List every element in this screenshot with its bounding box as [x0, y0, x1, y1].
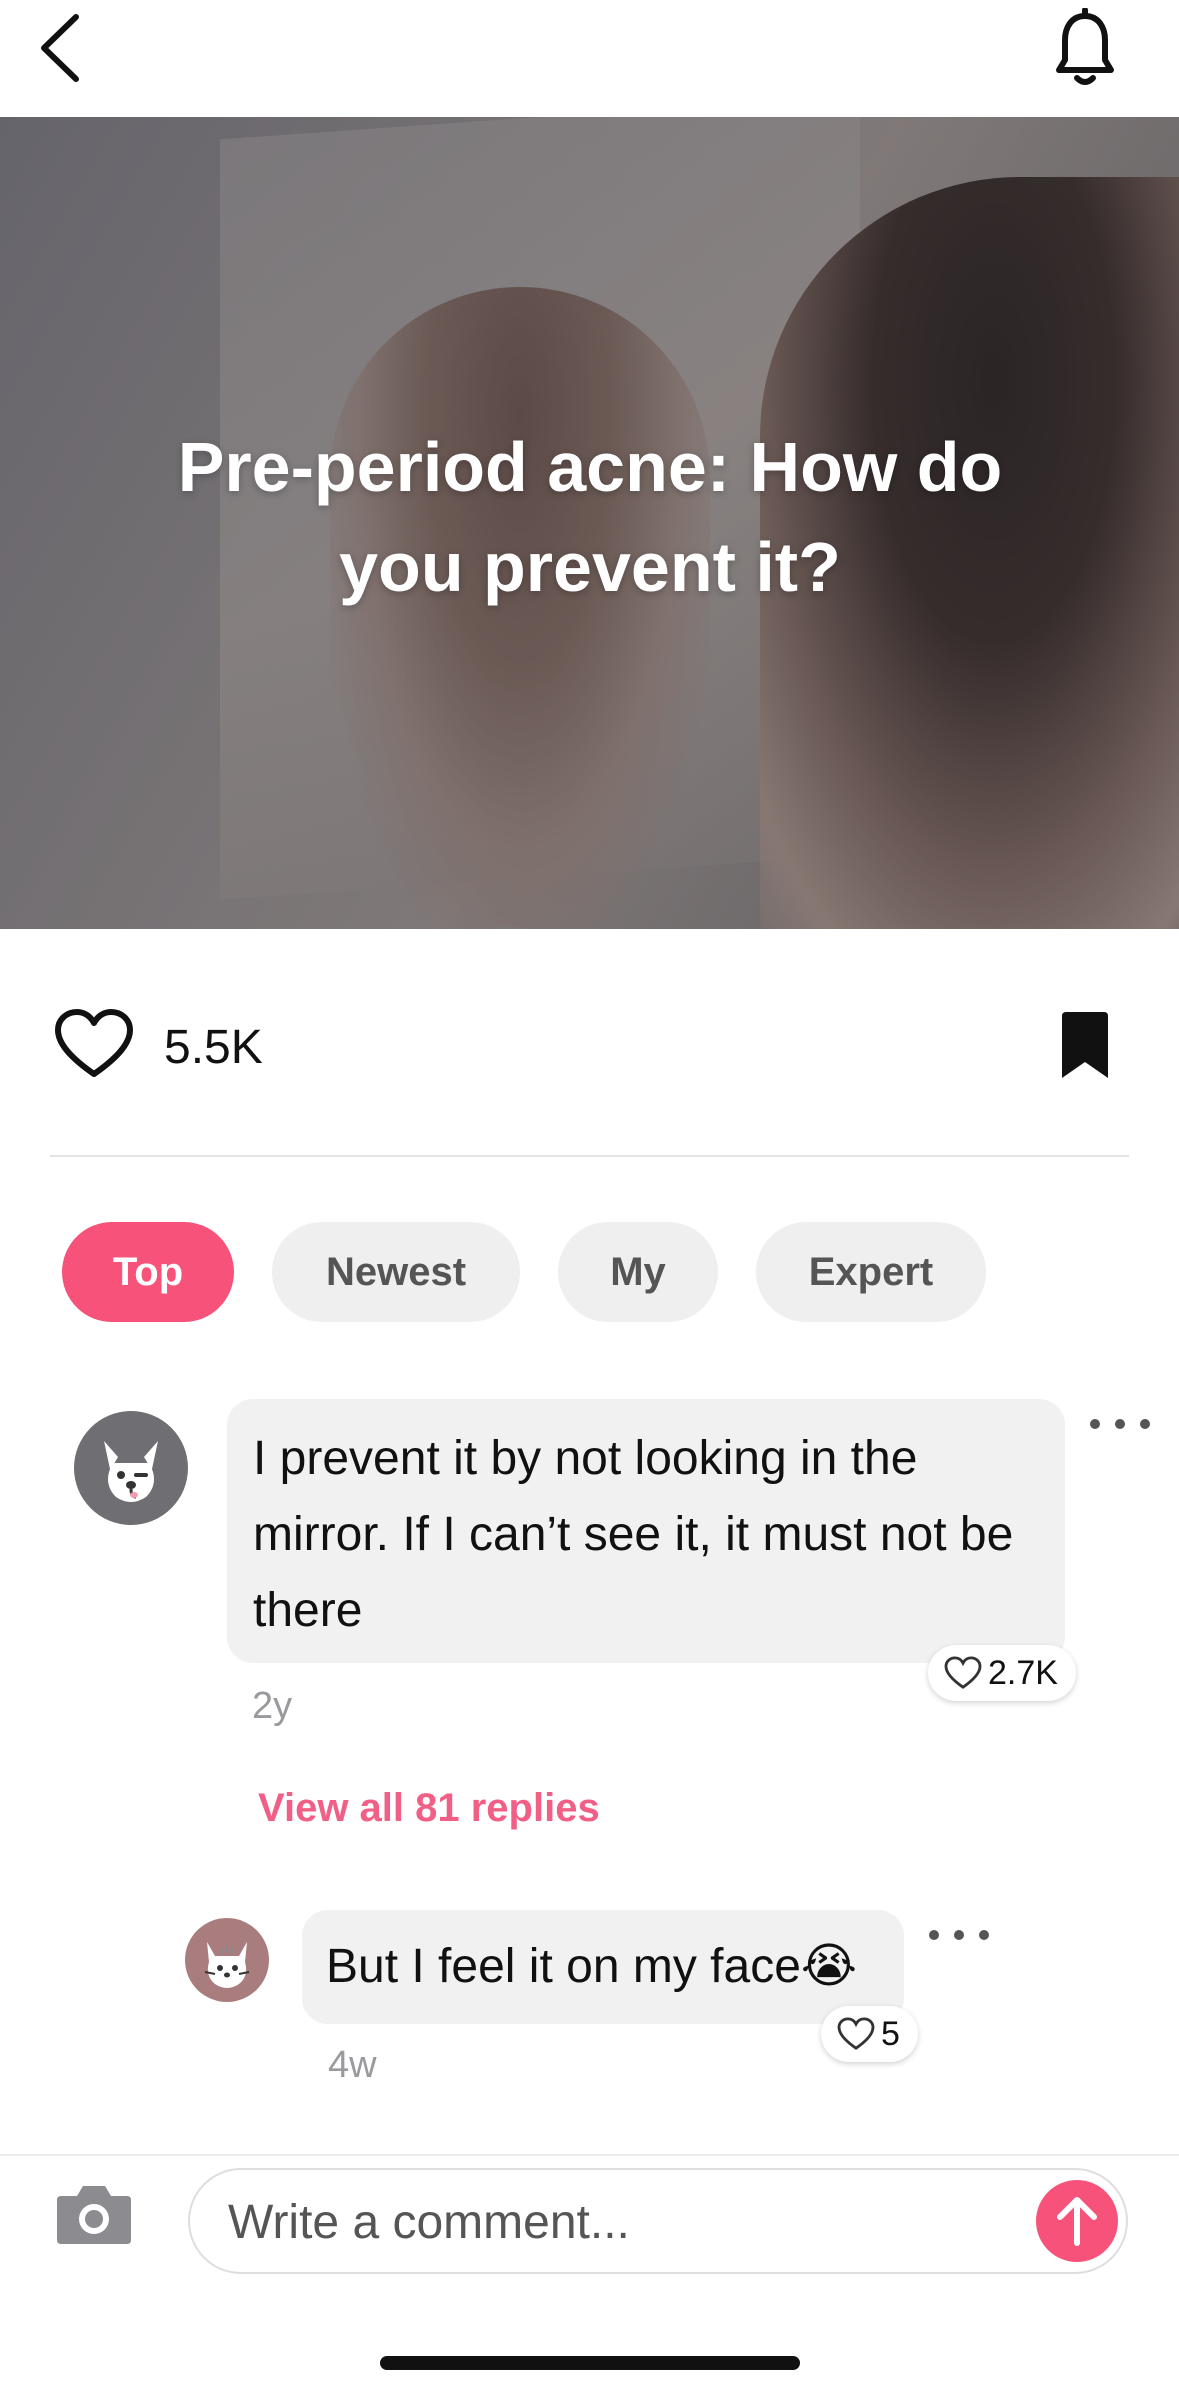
composer-divider — [0, 2154, 1179, 2156]
comment-timestamp: 2y — [252, 1685, 293, 1727]
reply-bubble: But I feel it on my face😭 — [302, 1910, 904, 2024]
arrow-up-icon — [1057, 2197, 1097, 2246]
view-replies-link[interactable]: View all 81 replies — [258, 1786, 600, 1831]
notifications-button[interactable] — [1050, 6, 1120, 90]
more-dot — [979, 1930, 989, 1940]
section-divider — [50, 1155, 1129, 1157]
heart-outline-icon — [944, 1656, 982, 1689]
bookmark-button[interactable] — [1052, 1000, 1118, 1090]
reply-text: But I feel it on my face😭 — [326, 1940, 857, 1993]
top-bar — [0, 0, 1179, 117]
more-dot — [954, 1930, 964, 1940]
more-dot — [1115, 1419, 1125, 1429]
avatar[interactable] — [74, 1411, 188, 1525]
like-count: 5.5K — [164, 1021, 263, 1074]
article-title: Pre-period acne: How do you prevent it? — [177, 428, 1003, 606]
cat-avatar-icon — [204, 1942, 250, 1988]
comment-composer — [188, 2168, 1128, 2274]
bookmark-filled-icon — [1062, 1012, 1108, 1078]
comment-like-count: 2.7K — [988, 1653, 1058, 1692]
comment-more-button[interactable] — [1090, 1409, 1150, 1439]
reply-like-button[interactable]: 5 — [821, 2006, 918, 2062]
more-dot — [1140, 1419, 1150, 1429]
chevron-left-icon — [41, 14, 79, 82]
tab-newest[interactable]: Newest — [272, 1222, 520, 1322]
more-dot — [929, 1930, 939, 1940]
more-dot — [1090, 1419, 1100, 1429]
reply-timestamp: 4w — [328, 2044, 377, 2086]
home-indicator — [380, 2356, 800, 2370]
camera-button[interactable] — [52, 2178, 136, 2250]
dog-avatar-icon — [104, 1441, 158, 1502]
reply-more-button[interactable] — [929, 1920, 989, 1950]
heart-outline-icon — [837, 2017, 875, 2050]
reply-like-count: 5 — [881, 2014, 900, 2053]
like-button[interactable] — [52, 1002, 136, 1086]
comment-bubble: I prevent it by not looking in the mirro… — [227, 1399, 1065, 1663]
engagement-row: 5.5K — [0, 990, 1179, 1100]
comment-sort-tabs: Top Newest My Expert — [62, 1222, 986, 1322]
comment-input[interactable] — [228, 2188, 988, 2256]
comment-text: I prevent it by not looking in the mirro… — [253, 1432, 1014, 1637]
avatar[interactable] — [185, 1918, 269, 2002]
camera-icon — [57, 2186, 131, 2244]
comment-like-button[interactable]: 2.7K — [928, 1645, 1076, 1701]
bell-icon — [1056, 8, 1114, 85]
tab-my[interactable]: My — [558, 1222, 718, 1322]
back-button[interactable] — [30, 8, 90, 88]
hero-image: Pre-period acne: How do you prevent it? — [0, 117, 1179, 929]
tab-top[interactable]: Top — [62, 1222, 234, 1322]
tab-expert[interactable]: Expert — [756, 1222, 986, 1322]
heart-outline-icon — [55, 1009, 133, 1077]
send-button[interactable] — [1036, 2180, 1118, 2262]
